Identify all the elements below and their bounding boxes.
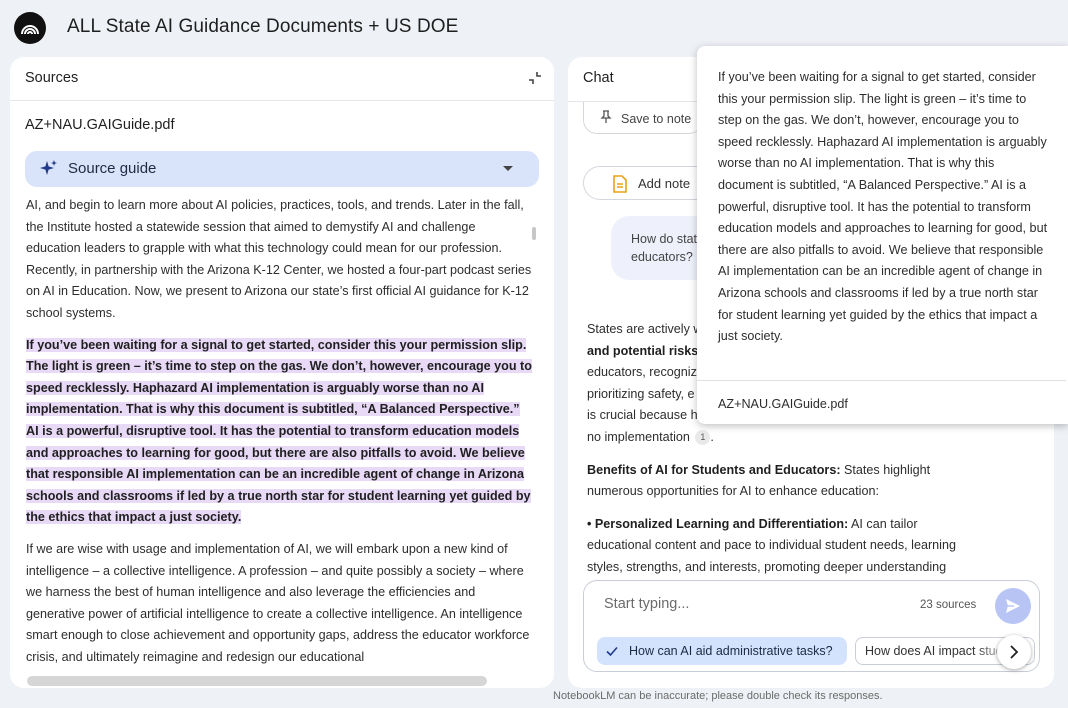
suggestion-chip-selected[interactable]: How can AI aid administrative tasks? <box>597 637 847 665</box>
response-bold-text: and potential risks <box>587 343 699 358</box>
notebooklm-logo-icon[interactable] <box>14 12 46 44</box>
disclaimer-text: NotebookLM can be inaccurate; please dou… <box>553 690 883 702</box>
response-text: is crucial because h <box>587 408 698 423</box>
chevron-right-icon <box>1010 645 1019 659</box>
chat-input[interactable]: Start typing... <box>604 596 689 612</box>
save-to-note-label: Save to note <box>621 112 692 126</box>
collapse-icon[interactable] <box>526 69 544 87</box>
pin-icon <box>600 110 612 124</box>
response-text: States are actively w <box>587 322 703 336</box>
source-guide-button[interactable]: Source guide <box>25 151 539 187</box>
response-text: prioritizing safety, e <box>587 386 695 401</box>
user-message-line: How do stat <box>631 232 698 246</box>
horizontal-scrollbar[interactable] <box>27 676 487 686</box>
add-note-label: Add note <box>638 176 691 191</box>
send-button[interactable] <box>995 588 1031 624</box>
source-paragraph: AI, and begin to learn more about AI pol… <box>26 198 532 320</box>
chat-panel-title: Chat <box>583 70 614 86</box>
sources-panel-title: Sources <box>25 70 79 86</box>
sources-header: Sources <box>10 57 554 101</box>
source-guide-label: Source guide <box>68 160 157 177</box>
citation-badge[interactable]: 1 <box>695 430 711 446</box>
save-to-note-button[interactable]: Save to note <box>583 102 703 134</box>
popover-source-link[interactable]: AZ+NAU.GAIGuide.pdf <box>718 397 848 411</box>
suggestion-chip-label: How can AI aid administrative tasks? <box>629 644 833 658</box>
user-message-text: How do stat educators? <box>631 230 701 266</box>
chat-input-box: Start typing... 23 sources How can AI ai… <box>583 580 1040 672</box>
popover-quote: If you’ve been waiting for a signal to g… <box>718 70 1048 344</box>
citation-popover: If you’ve been waiting for a signal to g… <box>697 46 1068 424</box>
note-icon <box>612 175 628 193</box>
source-paragraph: If we are wise with usage and implementa… <box>26 541 530 664</box>
response-paragraph: • Personalized Learning and Differentiat… <box>587 514 967 579</box>
divider <box>697 380 1066 381</box>
check-icon <box>605 644 619 658</box>
user-message-line: educators? <box>631 250 693 264</box>
response-bold-text: Benefits of AI for Students and Educator… <box>587 462 841 477</box>
highlighted-text: If you’ve been waiting for a signal to g… <box>26 337 532 525</box>
send-icon <box>1006 599 1020 613</box>
add-note-button[interactable]: Add note <box>583 166 713 200</box>
source-document-title: AZ+NAU.GAIGuide.pdf <box>25 117 175 133</box>
vertical-scrollbar[interactable] <box>532 227 536 240</box>
chevron-down-icon <box>503 166 513 171</box>
response-text: no implementation <box>587 429 690 444</box>
notebook-title[interactable]: ALL State AI Guidance Documents + US DOE <box>67 16 458 38</box>
response-paragraph: Benefits of AI for Students and Educator… <box>587 460 967 503</box>
source-content: AI, and begin to learn more about AI pol… <box>26 195 532 673</box>
next-suggestions-button[interactable] <box>997 635 1031 669</box>
sources-panel: Sources AZ+NAU.GAIGuide.pdf Source guide… <box>10 57 554 688</box>
response-text: educators, recogniz <box>587 365 697 380</box>
response-bold-text: • Personalized Learning and Differentiat… <box>587 516 849 531</box>
sources-count: 23 sources <box>920 599 977 611</box>
highlighted-source-paragraph: If you’ve been waiting for a signal to g… <box>26 335 532 529</box>
sparkle-icon <box>39 159 59 179</box>
